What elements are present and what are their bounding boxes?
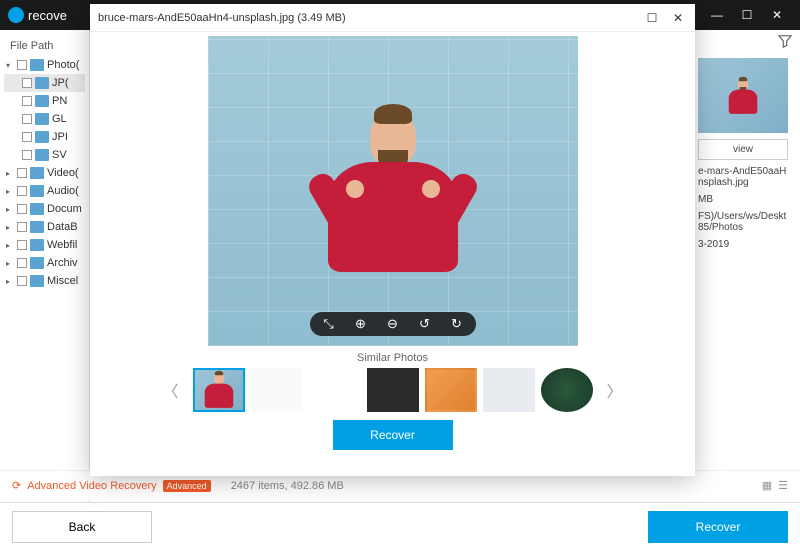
tree-item-database[interactable]: ▸DataB: [4, 218, 85, 236]
checkbox-icon[interactable]: [22, 96, 32, 106]
preview-image: ⤡ ⊕ ⊖ ↺ ↻: [208, 36, 578, 346]
thumbnail[interactable]: [541, 368, 593, 412]
checkbox-icon[interactable]: [17, 186, 27, 196]
folder-icon: [30, 59, 44, 71]
folder-icon: [30, 167, 44, 179]
footer: Back Recover: [0, 502, 800, 550]
tree-item-document[interactable]: ▸Docum: [4, 200, 85, 218]
checkbox-icon[interactable]: [22, 78, 32, 88]
similar-photos-label: Similar Photos: [357, 352, 428, 364]
preview-modal: bruce-mars-AndE50aaHn4-unsplash.jpg (3.4…: [90, 4, 695, 476]
view-toggle: ▦ ☰: [762, 479, 788, 492]
checkbox-icon[interactable]: [17, 204, 27, 214]
close-button[interactable]: ✕: [762, 8, 792, 22]
refresh-icon: ⟳: [12, 479, 21, 492]
app-logo: recove: [8, 7, 67, 23]
folder-icon: [35, 95, 49, 107]
tree-item-video[interactable]: ▸Video(: [4, 164, 85, 182]
folder-icon: [35, 77, 49, 89]
folder-icon: [30, 203, 44, 215]
folder-icon: [35, 113, 49, 125]
folder-icon: [30, 185, 44, 197]
window-controls: — ☐ ✕: [702, 8, 792, 22]
recover-button[interactable]: Recover: [648, 511, 788, 543]
tree-item-sv[interactable]: SV: [4, 146, 85, 164]
modal-maximize-button[interactable]: ☐: [643, 11, 661, 25]
tree-item-png[interactable]: PN: [4, 92, 85, 110]
folder-icon: [35, 131, 49, 143]
preview-thumbnail: [698, 58, 788, 133]
checkbox-icon[interactable]: [22, 150, 32, 160]
image-toolbar: ⤡ ⊕ ⊖ ↺ ↻: [310, 312, 476, 336]
rotate-right-icon[interactable]: ↻: [448, 316, 466, 332]
zoom-out-icon[interactable]: ⊖: [384, 316, 402, 332]
tree-item-misc[interactable]: ▸Miscel: [4, 272, 85, 290]
modal-recover-button[interactable]: Recover: [333, 420, 453, 450]
list-view-icon[interactable]: ☰: [778, 479, 788, 492]
preview-panel: view e-mars-AndE50aaH nsplash.jpg MB FS)…: [690, 50, 800, 264]
checkbox-icon[interactable]: [17, 276, 27, 286]
preview-date: 3-2019: [698, 239, 792, 250]
tree-item-photo[interactable]: ▾Photo(: [4, 56, 85, 74]
maximize-button[interactable]: ☐: [732, 8, 762, 22]
grid-view-icon[interactable]: ▦: [762, 479, 772, 492]
fit-icon[interactable]: ⤡: [320, 316, 338, 332]
back-button[interactable]: Back: [12, 511, 152, 543]
checkbox-icon[interactable]: [22, 132, 32, 142]
next-thumb-button[interactable]: 〉: [599, 378, 631, 402]
tree-item-gl[interactable]: GL: [4, 110, 85, 128]
tree-item-jpg[interactable]: JP(: [4, 74, 85, 92]
preview-filename: e-mars-AndE50aaH nsplash.jpg: [698, 166, 792, 188]
folder-icon: [30, 239, 44, 251]
modal-body: ⤡ ⊕ ⊖ ↺ ↻ Similar Photos 〈 〉 Recover: [90, 32, 695, 476]
thumbnail[interactable]: [251, 368, 303, 412]
minimize-button[interactable]: —: [702, 8, 732, 22]
preview-path: FS)/Users/ws/Deskt 85/Photos: [698, 211, 792, 233]
logo-icon: [8, 7, 24, 23]
advanced-video-recovery-link[interactable]: ⟳ Advanced Video Recovery Advanced: [12, 479, 211, 492]
checkbox-icon[interactable]: [22, 114, 32, 124]
sidebar-header: File Path: [4, 36, 85, 56]
prev-thumb-button[interactable]: 〈: [154, 378, 186, 402]
item-count: 2467 items, 492.86 MB: [231, 480, 344, 492]
checkbox-icon[interactable]: [17, 222, 27, 232]
thumbnail[interactable]: [367, 368, 419, 412]
advanced-badge: Advanced: [163, 480, 211, 492]
tree-item-webfile[interactable]: ▸Webfil: [4, 236, 85, 254]
tree-item-audio[interactable]: ▸Audio(: [4, 182, 85, 200]
rotate-left-icon[interactable]: ↺: [416, 316, 434, 332]
modal-close-button[interactable]: ✕: [669, 11, 687, 25]
folder-icon: [35, 149, 49, 161]
thumbnail[interactable]: [425, 368, 477, 412]
zoom-in-icon[interactable]: ⊕: [352, 316, 370, 332]
app-name: recove: [28, 8, 67, 23]
modal-titlebar: bruce-mars-AndE50aaHn4-unsplash.jpg (3.4…: [90, 4, 695, 32]
preview-size: MB: [698, 194, 792, 205]
preview-view-button[interactable]: view: [698, 139, 788, 160]
checkbox-icon[interactable]: [17, 240, 27, 250]
folder-icon: [30, 221, 44, 233]
folder-icon: [30, 257, 44, 269]
similar-thumbnails: 〈 〉: [154, 368, 630, 412]
tree-item-jpi[interactable]: JPI: [4, 128, 85, 146]
thumbnail[interactable]: [483, 368, 535, 412]
modal-title-text: bruce-mars-AndE50aaHn4-unsplash.jpg (3.4…: [98, 12, 346, 24]
checkbox-icon[interactable]: [17, 258, 27, 268]
sidebar: File Path ▾Photo( JP( PN GL JPI SV ▸Vide…: [0, 30, 90, 510]
thumbnail[interactable]: [309, 368, 361, 412]
folder-icon: [30, 275, 44, 287]
checkbox-icon[interactable]: [17, 60, 27, 70]
tree-item-archive[interactable]: ▸Archiv: [4, 254, 85, 272]
checkbox-icon[interactable]: [17, 168, 27, 178]
thumbnail[interactable]: [193, 368, 245, 412]
